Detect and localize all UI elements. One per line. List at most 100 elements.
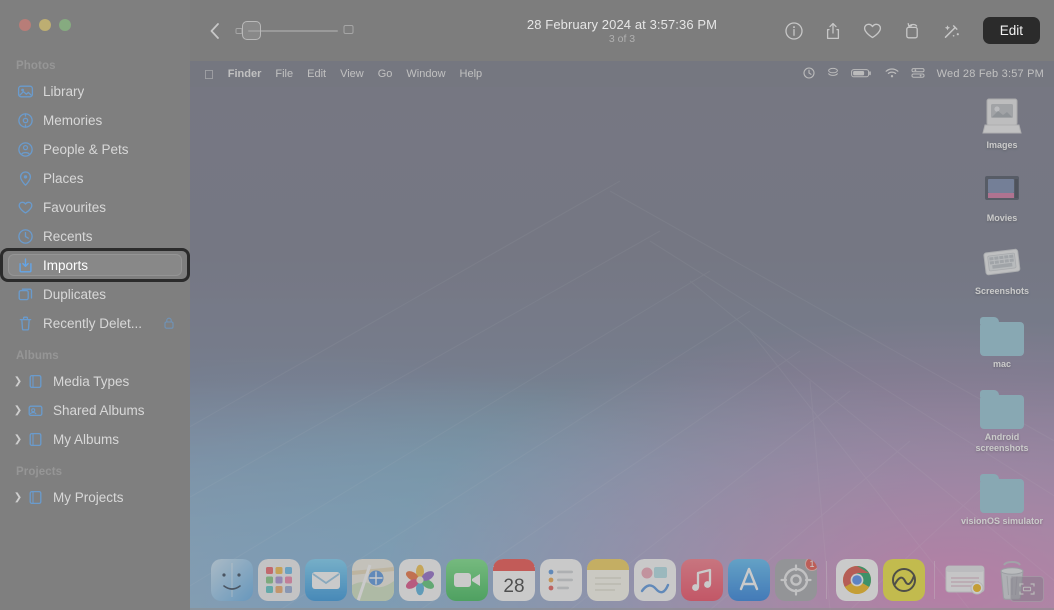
photos-app-window: Photos Library Memories People & Pets Places…	[0, 0, 1054, 610]
dock-item-facetime[interactable]	[446, 559, 488, 601]
sidebar-item-recently-delet[interactable]: Recently Delet...	[8, 309, 182, 337]
album-folder-icon	[26, 372, 44, 390]
zoom-slider[interactable]	[235, 20, 354, 40]
desktop-icon-visionos-simulator[interactable]: visionOS simulator	[957, 465, 1047, 527]
main-area: 28 February 2024 at 3:57:36 PM 3 of 3 Ed…	[190, 0, 1054, 610]
people-pets-icon	[16, 140, 34, 158]
desktop-icon-images[interactable]: Images	[957, 89, 1047, 151]
recents-clock-icon	[16, 227, 34, 245]
dock-item-system-settings[interactable]: 1	[775, 559, 817, 601]
dock: 28 1	[205, 552, 1039, 608]
share-icon[interactable]	[823, 21, 843, 41]
dock-item-downloads-stack[interactable]	[944, 559, 986, 601]
dock-item-freeform[interactable]	[634, 559, 676, 601]
dock-item-notes[interactable]	[587, 559, 629, 601]
desktop-icon-movies[interactable]: Movies	[957, 162, 1047, 224]
sidebar-section-header: Photos	[16, 60, 56, 72]
notification-badge: 1	[805, 559, 817, 571]
menu-item-finder[interactable]: Finder	[228, 68, 262, 80]
battery-icon[interactable]	[850, 67, 873, 82]
screenshots-folder-icon	[957, 235, 1047, 283]
dock-item-chrome[interactable]	[836, 559, 878, 601]
window-controls	[0, 0, 190, 40]
desktop-icon-android-screenshots[interactable]: Android screenshots	[957, 381, 1047, 454]
menu-bar-clock[interactable]: Wed 28 Feb 3:57 PM	[937, 68, 1044, 80]
menu-item-edit[interactable]: Edit	[307, 68, 326, 80]
sidebar-item-favourites[interactable]: Favourites	[8, 193, 182, 221]
zoom-button[interactable]	[59, 19, 71, 31]
screenshot-thumbnail[interactable]	[1010, 576, 1044, 602]
sidebar-item-label: Recently Delet...	[43, 315, 143, 331]
sidebar-item-label: Places	[43, 170, 84, 186]
dock-item-photos[interactable]	[399, 559, 441, 601]
movies-folder-icon	[957, 162, 1047, 210]
sidebar-item-label: Memories	[43, 112, 103, 128]
desktop-icon-mac[interactable]: mac	[957, 308, 1047, 370]
sidebar-item-library[interactable]: Library	[8, 77, 182, 105]
dock-item-app-store[interactable]	[728, 559, 770, 601]
menu-item-help[interactable]: Help	[460, 68, 483, 80]
dock-item-mail[interactable]	[305, 559, 347, 601]
dock-item-finder[interactable]	[211, 559, 253, 601]
sidebar-item-label: Recents	[43, 228, 93, 244]
toolbar-left	[208, 20, 354, 41]
heart-icon	[16, 198, 34, 216]
control-centre-icon[interactable]	[911, 67, 925, 82]
sidebar-item-duplicates[interactable]: Duplicates	[8, 280, 182, 308]
zoom-slider-track[interactable]	[242, 20, 338, 40]
dock-item-launchpad[interactable]	[258, 559, 300, 601]
sidebar-item-label: Duplicates	[43, 286, 107, 302]
dock-item-calendar[interactable]: 28	[493, 559, 535, 601]
sidebar-item-recents[interactable]: Recents	[8, 222, 182, 250]
dropbox-icon[interactable]	[827, 67, 839, 82]
album-folder-icon	[26, 430, 44, 448]
sidebar-item-media-types[interactable]: ❯ Media Types	[8, 367, 182, 395]
zoom-slider-knob[interactable]	[242, 20, 261, 40]
sidebar-item-shared-albums[interactable]: ❯ Shared Albums	[8, 396, 182, 424]
close-button[interactable]	[19, 19, 31, 31]
sidebar-item-people-pets[interactable]: People & Pets	[8, 135, 182, 163]
zoom-slider-line	[248, 29, 338, 32]
blue-folder-icon	[957, 381, 1047, 429]
apple-logo-icon[interactable]: 	[204, 68, 214, 81]
duplicates-icon	[16, 285, 34, 303]
sidebar-item-my-projects[interactable]: ❯ My Projects	[8, 483, 182, 511]
info-icon[interactable]	[784, 21, 804, 41]
siri-icon[interactable]	[803, 66, 815, 82]
chevron-right-icon[interactable]: ❯	[12, 376, 24, 387]
menu-item-file[interactable]: File	[275, 68, 293, 80]
dock-item-freeform-yellow[interactable]	[883, 559, 925, 601]
dock-item-music[interactable]	[681, 559, 723, 601]
menu-item-view[interactable]: View	[340, 68, 364, 80]
favourite-heart-icon[interactable]	[862, 21, 883, 41]
photo-viewer[interactable]:  Finder File Edit View Go Window Help	[190, 61, 1054, 610]
auto-enhance-icon[interactable]	[941, 21, 962, 41]
sidebar-item-memories[interactable]: Memories	[8, 106, 182, 134]
menu-item-window[interactable]: Window	[406, 68, 445, 80]
desktop-icon-label: Movies	[986, 213, 1018, 223]
chevron-right-icon[interactable]: ❯	[12, 434, 24, 445]
toolbar-actions: Edit	[784, 17, 1040, 44]
sidebar-item-places[interactable]: Places	[8, 164, 182, 192]
minimize-button[interactable]	[39, 19, 51, 31]
edit-button[interactable]: Edit	[982, 17, 1040, 44]
rotate-icon[interactable]	[902, 21, 922, 41]
sidebar-item-label: Favourites	[43, 199, 107, 215]
lock-icon	[164, 317, 174, 329]
svg-text:28: 28	[503, 576, 524, 597]
trash-icon	[16, 314, 34, 332]
sidebar-item-my-albums[interactable]: ❯ My Albums	[8, 425, 182, 453]
desktop-icons: Images Movies Screenshots mac Android screen…	[956, 89, 1048, 527]
dock-item-maps[interactable]	[352, 559, 394, 601]
inactive-dim-overlay	[190, 61, 1054, 610]
wifi-icon[interactable]	[885, 67, 899, 82]
dock-item-reminders[interactable]	[540, 559, 582, 601]
menu-item-go[interactable]: Go	[378, 68, 393, 80]
chevron-right-icon[interactable]: ❯	[12, 405, 24, 416]
menu-bar-status: Wed 28 Feb 3:57 PM	[803, 66, 1044, 82]
chevron-right-icon[interactable]: ❯	[12, 492, 24, 503]
desktop-icon-screenshots[interactable]: Screenshots	[957, 235, 1047, 297]
sidebar-item-imports[interactable]: Imports	[0, 248, 190, 282]
desktop-icon-label: visionOS simulator	[960, 516, 1044, 526]
chevron-left-icon[interactable]	[208, 21, 221, 41]
